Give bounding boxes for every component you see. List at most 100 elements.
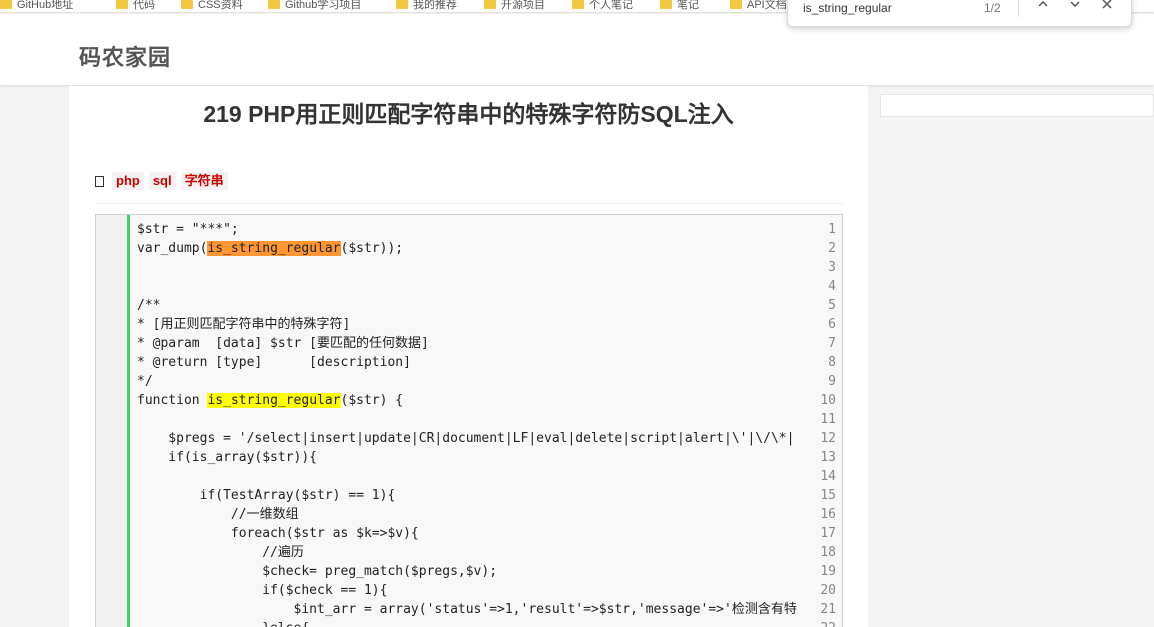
folder-icon: [181, 0, 193, 9]
bookmark-item[interactable]: API文档: [730, 0, 787, 12]
code-line: //遍历: [137, 543, 304, 562]
folder-icon: [268, 0, 280, 9]
code-line: */: [137, 372, 153, 391]
find-next-button[interactable]: [1064, 0, 1086, 15]
code-line: foreach($str as $k=>$v){: [137, 524, 419, 543]
code-line: }else{: [137, 619, 309, 627]
code-line: * @return [type] [description]: [137, 353, 411, 372]
line-number: 20: [820, 583, 836, 598]
bookmark-item[interactable]: 个人笔记: [572, 0, 633, 12]
tag-list: php sql 字符串: [95, 172, 228, 190]
code-text: $int_arr = array('status'=>1,'result'=>$…: [137, 602, 797, 617]
line-number: 5: [828, 298, 836, 313]
divider: [95, 203, 843, 204]
code-block: 1 $str = "***"; 2 var_dump(is_string_regula…: [95, 214, 843, 627]
find-bar: 1/2: [787, 0, 1132, 27]
bookmark-item[interactable]: 笔记: [660, 0, 699, 12]
code-text: $check= preg_match($pregs,$v);: [137, 564, 498, 579]
code-line: if($check == 1){: [137, 581, 387, 600]
line-number: 11: [820, 412, 836, 427]
code-text: foreach($str as $k=>$v){: [137, 526, 419, 541]
code-line: function is_string_regular($str) {: [137, 391, 403, 410]
bookmark-item[interactable]: Github学习项目: [268, 0, 361, 12]
code-text: if(TestArray($str) == 1){: [137, 488, 396, 503]
code-text: ($str));: [340, 241, 404, 256]
line-number: 2: [828, 241, 836, 256]
code-line: /**: [137, 296, 160, 315]
folder-icon: [484, 0, 496, 9]
line-number: 3: [828, 260, 836, 275]
line-number: 10: [820, 393, 836, 408]
tag-icon: [95, 175, 104, 187]
find-input[interactable]: [803, 1, 973, 15]
line-number: 7: [828, 336, 836, 351]
bookmark-item[interactable]: 我的推荐: [396, 0, 457, 12]
site-logo[interactable]: 码农家园: [79, 40, 171, 72]
code-text: //遍历: [137, 545, 304, 560]
line-number: 17: [820, 526, 836, 541]
code-text: function: [137, 393, 208, 408]
close-icon: [1102, 0, 1112, 9]
find-current-match: is_string_regular: [207, 241, 341, 256]
find-match: is_string_regular: [207, 393, 341, 408]
tag-string[interactable]: 字符串: [180, 172, 228, 190]
line-number: 1: [828, 222, 836, 237]
code-text: */: [137, 374, 153, 389]
code-text: * [用正则匹配字符串中的特殊字符]: [137, 317, 351, 332]
line-number: 16: [820, 507, 836, 522]
line-number: 6: [828, 317, 836, 332]
find-close-button[interactable]: [1096, 0, 1118, 15]
code-text: * @return [type] [description]: [137, 355, 411, 370]
chevron-down-icon: [1070, 1, 1080, 8]
line-number: 9: [828, 374, 836, 389]
code-line: * [用正则匹配字符串中的特殊字符]: [137, 315, 350, 334]
bookmark-item[interactable]: 开源项目: [484, 0, 545, 12]
code-line: $pregs = '/select|insert|update|CR|docum…: [137, 429, 794, 448]
folder-icon: [660, 0, 672, 9]
code-text: //一维数组: [137, 507, 299, 522]
code-line: $int_arr = array('status'=>1,'result'=>$…: [137, 600, 797, 619]
line-number: 4: [828, 279, 836, 294]
code-text: }else{: [137, 621, 309, 627]
find-separator: [1018, 0, 1019, 17]
folder-icon: [572, 0, 584, 9]
line-number: 12: [820, 431, 836, 446]
line-number-gutter: [96, 215, 130, 627]
code-text: var_dump(: [137, 241, 208, 256]
code-text: ($str) {: [340, 393, 404, 408]
bookmark-item[interactable]: 代码: [116, 0, 155, 12]
code-line: if(is_array($str)){: [137, 448, 317, 467]
line-number: 13: [820, 450, 836, 465]
tag-php[interactable]: php: [112, 172, 144, 190]
bookmark-item[interactable]: CSS资料: [181, 0, 243, 12]
code-text: * @param [data] $str [要匹配的任何数据]: [137, 336, 429, 351]
folder-icon: [396, 0, 408, 9]
line-number: 18: [820, 545, 836, 560]
sidebar-widget: [880, 94, 1154, 117]
chevron-up-icon: [1038, 0, 1048, 7]
bookmark-item[interactable]: GitHub地址: [0, 0, 73, 12]
folder-icon: [116, 0, 128, 9]
code-line: if(TestArray($str) == 1){: [137, 486, 396, 505]
line-number: 22: [808, 619, 836, 627]
find-match-count: 1/2: [984, 1, 1001, 15]
code-line: $check= preg_match($pregs,$v);: [137, 562, 497, 581]
line-number: 21: [820, 602, 836, 617]
line-number: 19: [820, 564, 836, 579]
find-previous-button[interactable]: [1032, 0, 1054, 15]
folder-icon: [0, 0, 12, 9]
code-line: * @param [data] $str [要匹配的任何数据]: [137, 334, 429, 353]
code-text: if(is_array($str)){: [137, 450, 318, 465]
article-title: 219 PHP用正则匹配字符串中的特殊字符防SQL注入: [203, 101, 734, 127]
line-number: 15: [820, 488, 836, 503]
code-text: /**: [137, 298, 161, 313]
line-number: 14: [820, 469, 836, 484]
code-line: //一维数组: [137, 505, 299, 524]
tag-sql[interactable]: sql: [148, 172, 176, 190]
code-text: $pregs = '/select|insert|update|CR|docum…: [137, 431, 795, 446]
code-line: $str = "***";: [137, 220, 239, 239]
folder-icon: [730, 0, 742, 9]
line-number: 8: [828, 355, 836, 370]
article-container: 219 PHP用正则匹配字符串中的特殊字符防SQL注入 php sql 字符串 …: [69, 86, 868, 627]
code-line: var_dump(is_string_regular($str));: [137, 239, 403, 258]
